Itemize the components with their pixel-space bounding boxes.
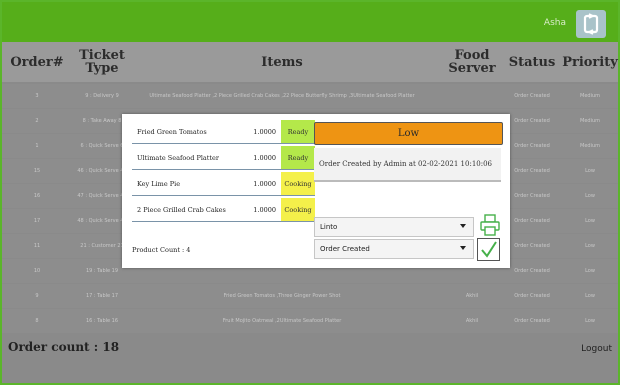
order-count: Order count : 18 bbox=[8, 340, 120, 354]
food-server: Akhil bbox=[465, 293, 479, 299]
header-priority: Priority bbox=[562, 54, 618, 70]
item-quantity: 1.0000 bbox=[253, 205, 276, 214]
item-name: Key Lime Pie bbox=[137, 179, 181, 188]
ticket-type: 17 : Table 17 bbox=[85, 293, 119, 299]
order-priority: Low bbox=[585, 268, 595, 274]
chevron-down-icon bbox=[460, 224, 466, 228]
user-name: Asha bbox=[543, 18, 566, 28]
order-number: 11 bbox=[33, 243, 41, 249]
logout-button[interactable]: Logout bbox=[581, 344, 612, 354]
product-count: Product Count : 4 bbox=[132, 246, 191, 254]
check-icon bbox=[481, 241, 497, 258]
item-quantity: 1.0000 bbox=[253, 127, 276, 136]
item-name: Fried Green Tomatos bbox=[137, 127, 207, 136]
order-priority: Low bbox=[585, 243, 595, 249]
item-quantity: 1.0000 bbox=[253, 179, 276, 188]
modal-item-row[interactable]: Fried Green Tomatos 1.0000 Ready bbox=[132, 120, 315, 144]
order-status: Order Created bbox=[514, 268, 550, 274]
order-status: Order Created bbox=[514, 193, 550, 199]
order-status-select[interactable]: Order Created bbox=[314, 239, 474, 259]
table-header: Order# Ticket Type Items Food Server Sta… bbox=[2, 42, 618, 82]
order-number: 9 bbox=[35, 293, 39, 299]
order-created-info: Order Created by Admin at 02-02-2021 10:… bbox=[314, 148, 501, 182]
header-order: Order# bbox=[10, 54, 64, 70]
order-number: 16 bbox=[33, 193, 41, 199]
order-number: 15 bbox=[33, 168, 41, 174]
order-status: Order Created bbox=[514, 118, 550, 124]
order-number: 3 bbox=[35, 93, 39, 99]
confirm-button[interactable] bbox=[477, 238, 500, 261]
food-server bbox=[432, 84, 512, 108]
order-items: Ultimate Seafood Platter ,2 Piece Grille… bbox=[149, 93, 415, 99]
order-priority: Low bbox=[585, 168, 595, 174]
header-ticket-type: Ticket Type bbox=[79, 48, 125, 76]
order-status: Order Created bbox=[514, 168, 550, 174]
item-status-badge[interactable]: Ready bbox=[281, 120, 315, 143]
order-status: Order Created bbox=[514, 143, 550, 149]
order-status: Order Created bbox=[514, 243, 550, 249]
order-number: 17 bbox=[33, 218, 41, 224]
item-status-badge[interactable]: Cooking bbox=[281, 198, 315, 221]
priority-button[interactable]: Low bbox=[314, 122, 503, 145]
order-status: Order Created bbox=[514, 293, 550, 299]
order-number: 2 bbox=[35, 118, 39, 124]
refresh-icon bbox=[583, 13, 599, 35]
printer-icon[interactable] bbox=[479, 214, 501, 236]
order-priority: Medium bbox=[580, 143, 600, 149]
footer: Order count : 18 Logout bbox=[2, 330, 618, 370]
item-name: Ultimate Seafood Platter bbox=[137, 153, 219, 162]
order-number: 10 bbox=[33, 268, 41, 274]
table-row[interactable]: 9 17 : Table 17 Fried Green Tomatos ,Thr… bbox=[2, 284, 618, 308]
order-items: Fried Green Tomatos ,Three Ginger Power … bbox=[223, 293, 341, 299]
modal-item-row[interactable]: Ultimate Seafood Platter 1.0000 Ready bbox=[132, 146, 315, 170]
food-server-select[interactable]: Linto bbox=[314, 217, 474, 237]
header-items: Items bbox=[261, 54, 303, 70]
modal-item-row[interactable]: 2 Piece Grilled Crab Cakes 1.0000 Cookin… bbox=[132, 198, 315, 222]
modal-items-table: Fried Green Tomatos 1.0000 Ready Ultimat… bbox=[132, 120, 315, 224]
order-status: Order Created bbox=[514, 218, 550, 224]
header-food-server: Food Server bbox=[448, 48, 496, 76]
order-number: 1 bbox=[35, 143, 39, 149]
order-priority: Medium bbox=[580, 93, 600, 99]
order-priority: Low bbox=[585, 293, 595, 299]
top-bar: Asha bbox=[2, 2, 618, 42]
item-quantity: 1.0000 bbox=[253, 153, 276, 162]
order-detail-modal: Fried Green Tomatos 1.0000 Ready Ultimat… bbox=[122, 114, 510, 268]
item-name: 2 Piece Grilled Crab Cakes bbox=[137, 205, 226, 214]
order-status-value: Order Created bbox=[320, 245, 370, 253]
chevron-down-icon bbox=[460, 246, 466, 250]
table-row[interactable]: 3 9 : Delivery 9 Ultimate Seafood Platte… bbox=[2, 84, 618, 108]
order-priority: Low bbox=[585, 193, 595, 199]
header-status: Status bbox=[508, 54, 556, 70]
order-status: Order Created bbox=[514, 93, 550, 99]
order-priority: Medium bbox=[580, 118, 600, 124]
food-server-value: Linto bbox=[320, 223, 338, 231]
item-status-badge[interactable]: Ready bbox=[281, 146, 315, 169]
item-status-badge[interactable]: Cooking bbox=[281, 172, 315, 195]
order-priority: Low bbox=[585, 218, 595, 224]
modal-item-row[interactable]: Key Lime Pie 1.0000 Cooking bbox=[132, 172, 315, 196]
ticket-type: 9 : Delivery 9 bbox=[85, 93, 119, 99]
refresh-button[interactable] bbox=[576, 10, 606, 38]
